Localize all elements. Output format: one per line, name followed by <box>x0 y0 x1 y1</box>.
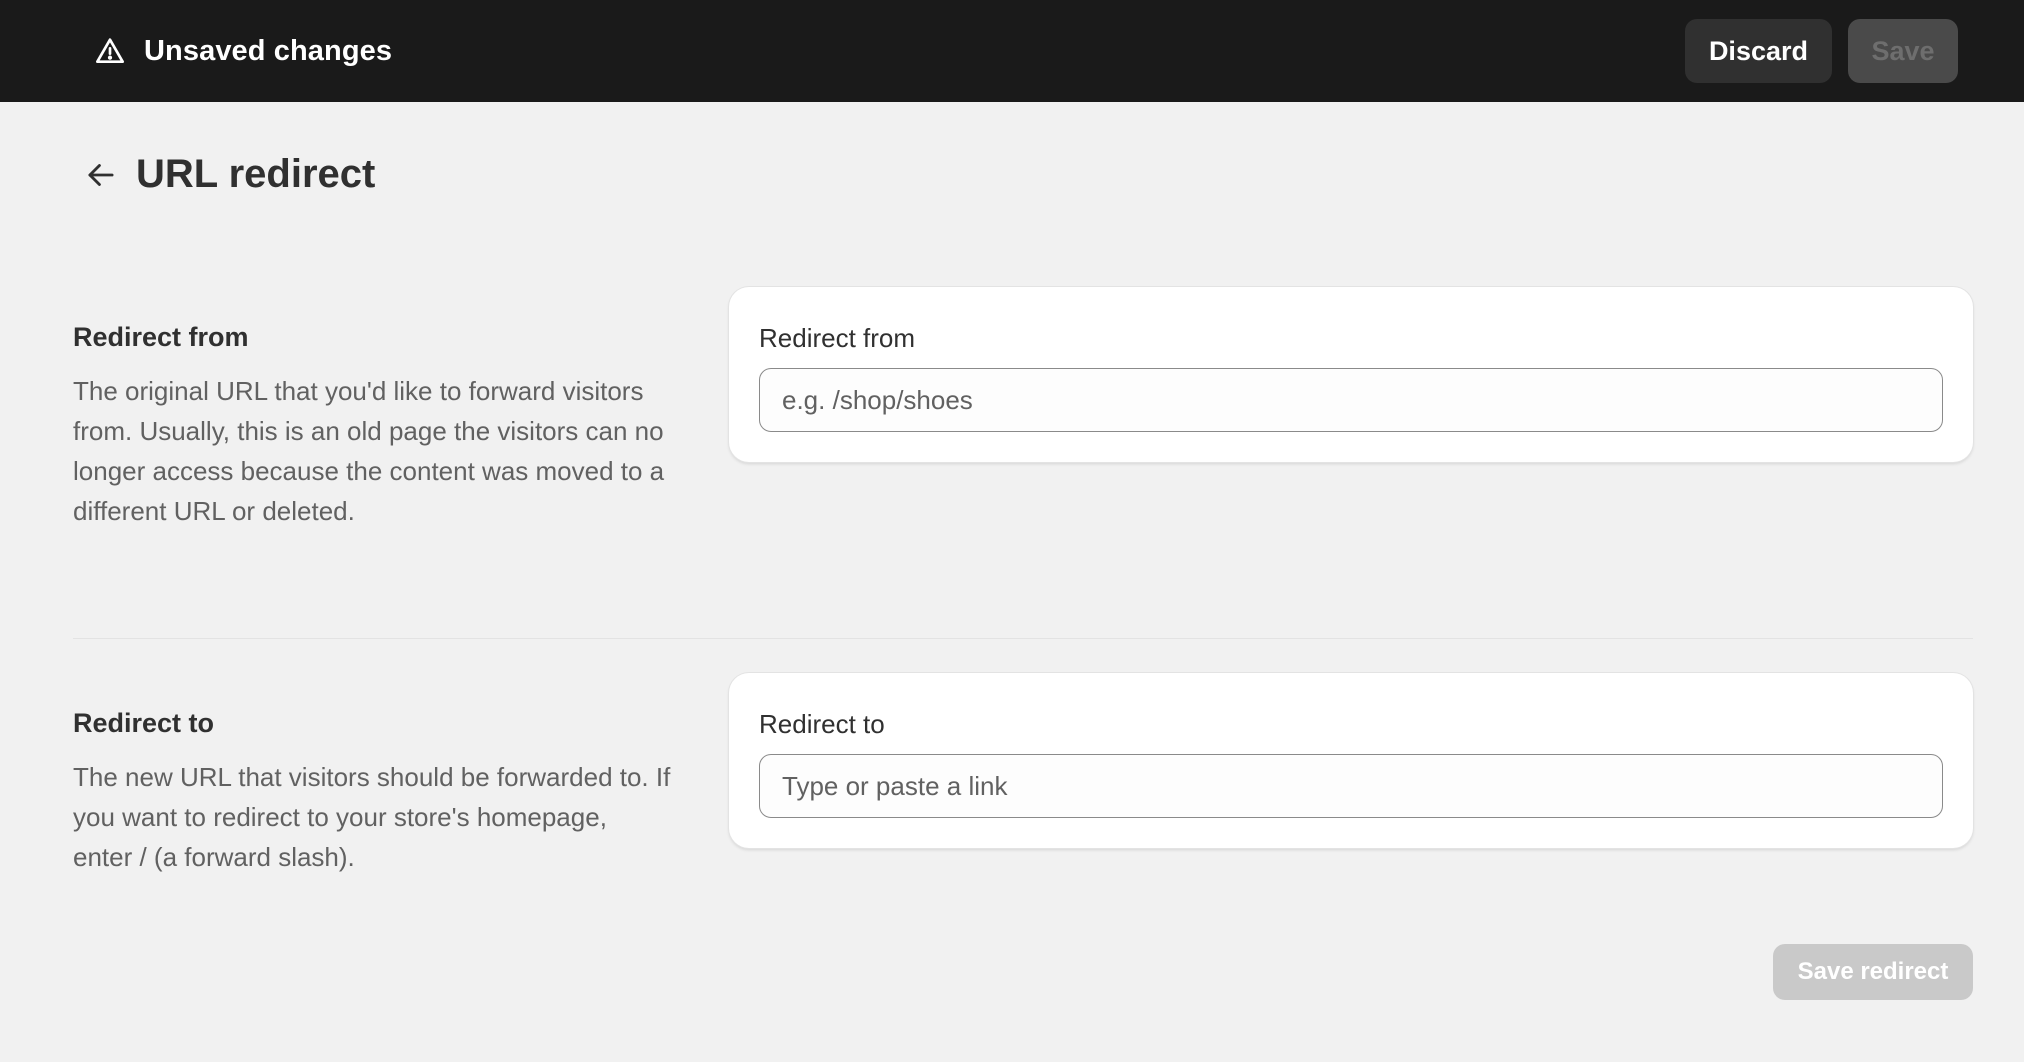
redirect-from-card: Redirect from <box>729 287 1973 462</box>
redirect-from-label: Redirect from <box>759 323 916 353</box>
warning-triangle-icon <box>94 35 126 67</box>
redirect-to-input[interactable] <box>759 754 1943 818</box>
save-redirect-button[interactable]: Save redirect <box>1773 944 1973 1000</box>
section-divider <box>73 638 1973 639</box>
page-title: URL redirect <box>136 152 376 196</box>
redirect-from-description: The original URL that you'd like to forw… <box>73 376 665 526</box>
redirect-from-info: Redirect from The original URL that you'… <box>73 322 673 531</box>
save-bar-actions: Discard Save <box>1684 19 1958 83</box>
unsaved-changes-message: Unsaved changes <box>94 35 392 68</box>
redirect-from-heading: Redirect from <box>73 322 249 352</box>
redirect-to-label: Redirect to <box>759 709 885 739</box>
redirect-to-description: The new URL that visitors should be forw… <box>73 762 671 872</box>
redirect-from-section: Redirect from The original URL that you'… <box>73 287 1973 582</box>
discard-button[interactable]: Discard <box>1684 19 1832 83</box>
contextual-save-bar: Unsaved changes Discard Save <box>0 0 2024 102</box>
redirect-to-heading: Redirect to <box>73 708 215 738</box>
redirect-from-input[interactable] <box>759 368 1943 432</box>
unsaved-changes-title: Unsaved changes <box>144 34 393 67</box>
arrow-left-icon[interactable] <box>82 156 120 194</box>
redirect-to-info: Redirect to The new URL that visitors sh… <box>73 708 673 877</box>
redirect-to-card: Redirect to <box>729 673 1973 848</box>
page-header: URL redirect <box>82 152 375 197</box>
redirect-to-section: Redirect to The new URL that visitors sh… <box>73 673 1973 888</box>
save-button[interactable]: Save <box>1848 19 1958 83</box>
